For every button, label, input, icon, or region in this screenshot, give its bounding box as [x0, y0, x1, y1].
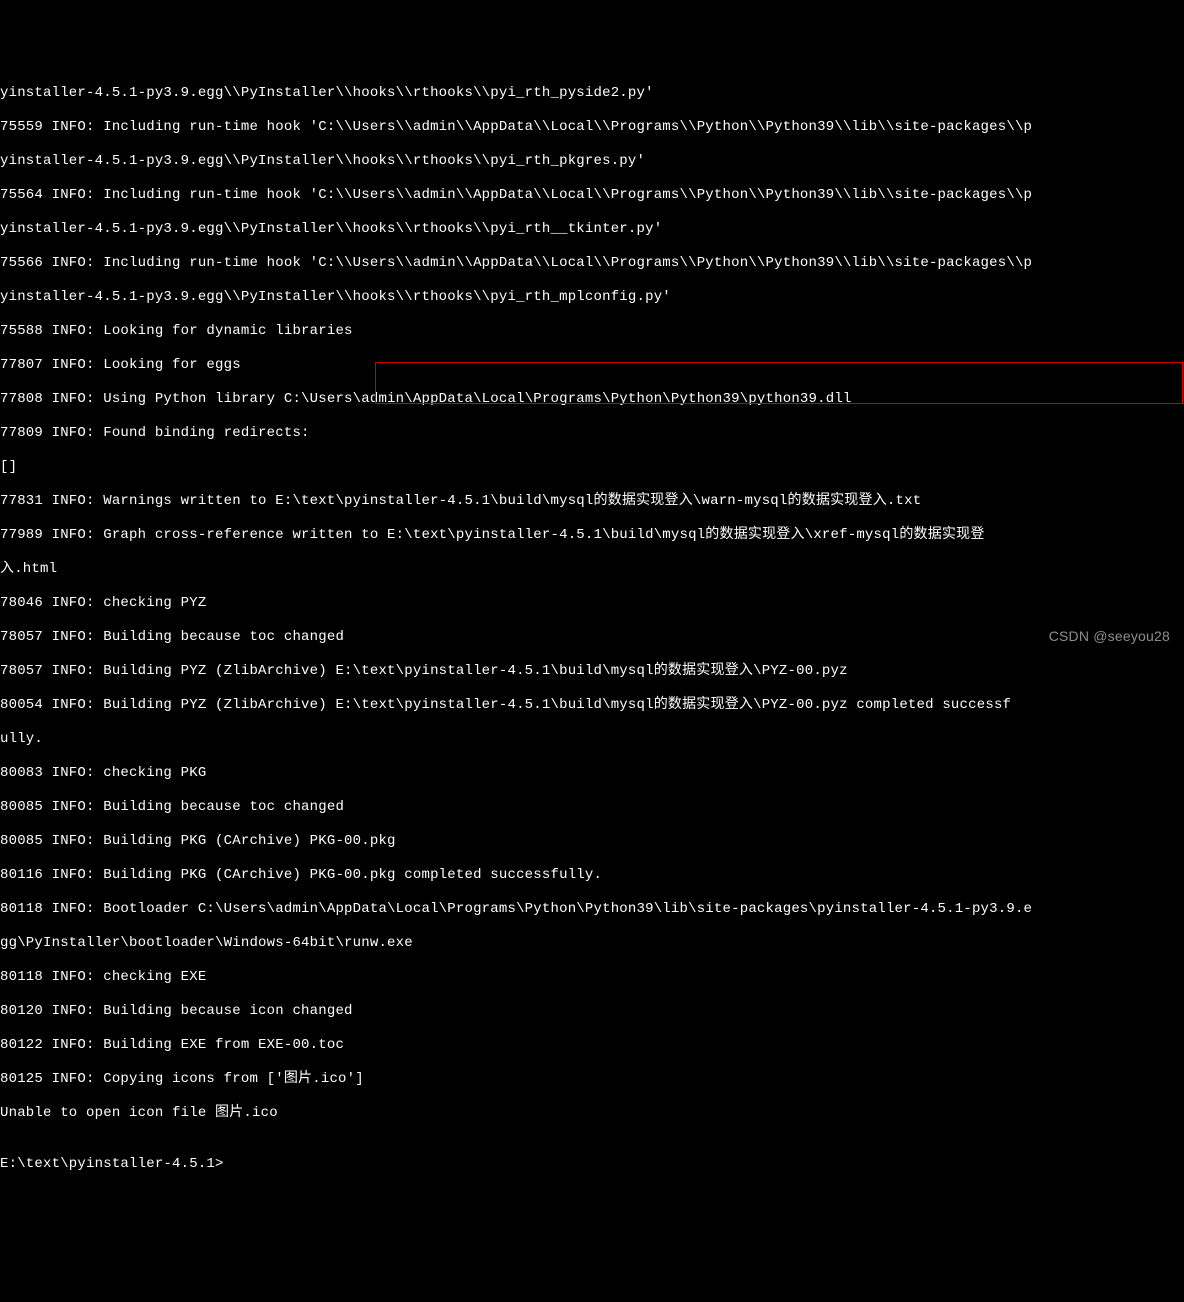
log-line: 78046 INFO: checking PYZ — [0, 595, 1184, 612]
log-line: 75588 INFO: Looking for dynamic librarie… — [0, 323, 1184, 340]
log-line: 80122 INFO: Building EXE from EXE-00.toc — [0, 1037, 1184, 1054]
log-line: 75559 INFO: Including run-time hook 'C:\… — [0, 119, 1184, 136]
log-line: 80120 INFO: Building because icon change… — [0, 1003, 1184, 1020]
log-line: 80118 INFO: checking EXE — [0, 969, 1184, 986]
log-line: 80116 INFO: Building PKG (CArchive) PKG-… — [0, 867, 1184, 884]
log-line: yinstaller-4.5.1-py3.9.egg\\PyInstaller\… — [0, 221, 1184, 238]
log-line: gg\PyInstaller\bootloader\Windows-64bit\… — [0, 935, 1184, 952]
log-line-error: Unable to open icon file 图片.ico — [0, 1105, 1184, 1122]
log-line: 77808 INFO: Using Python library C:\User… — [0, 391, 1184, 408]
log-line: yinstaller-4.5.1-py3.9.egg\\PyInstaller\… — [0, 85, 1184, 102]
log-line: 77807 INFO: Looking for eggs — [0, 357, 1184, 374]
watermark: CSDN @seeyou28 — [1049, 628, 1170, 645]
log-line: 80085 INFO: Building PKG (CArchive) PKG-… — [0, 833, 1184, 850]
log-line: yinstaller-4.5.1-py3.9.egg\\PyInstaller\… — [0, 153, 1184, 170]
log-line: 入.html — [0, 561, 1184, 578]
log-line: 75564 INFO: Including run-time hook 'C:\… — [0, 187, 1184, 204]
log-line: ully. — [0, 731, 1184, 748]
log-line: 80118 INFO: Bootloader C:\Users\admin\Ap… — [0, 901, 1184, 918]
log-line: 77809 INFO: Found binding redirects: — [0, 425, 1184, 442]
log-line: yinstaller-4.5.1-py3.9.egg\\PyInstaller\… — [0, 289, 1184, 306]
log-line: 78057 INFO: Building because toc changed — [0, 629, 1184, 646]
log-line: [] — [0, 459, 1184, 476]
log-line: 80125 INFO: Copying icons from ['图片.ico'… — [0, 1071, 1184, 1088]
log-line: 78057 INFO: Building PYZ (ZlibArchive) E… — [0, 663, 1184, 680]
log-line: 80085 INFO: Building because toc changed — [0, 799, 1184, 816]
terminal-output[interactable]: yinstaller-4.5.1-py3.9.egg\\PyInstaller\… — [0, 68, 1184, 1190]
log-line: 75566 INFO: Including run-time hook 'C:\… — [0, 255, 1184, 272]
log-line: 80083 INFO: checking PKG — [0, 765, 1184, 782]
prompt-line[interactable]: E:\text\pyinstaller-4.5.1> — [0, 1156, 1184, 1173]
log-line: 77989 INFO: Graph cross-reference writte… — [0, 527, 1184, 544]
log-line: 80054 INFO: Building PYZ (ZlibArchive) E… — [0, 697, 1184, 714]
log-line: 77831 INFO: Warnings written to E:\text\… — [0, 493, 1184, 510]
